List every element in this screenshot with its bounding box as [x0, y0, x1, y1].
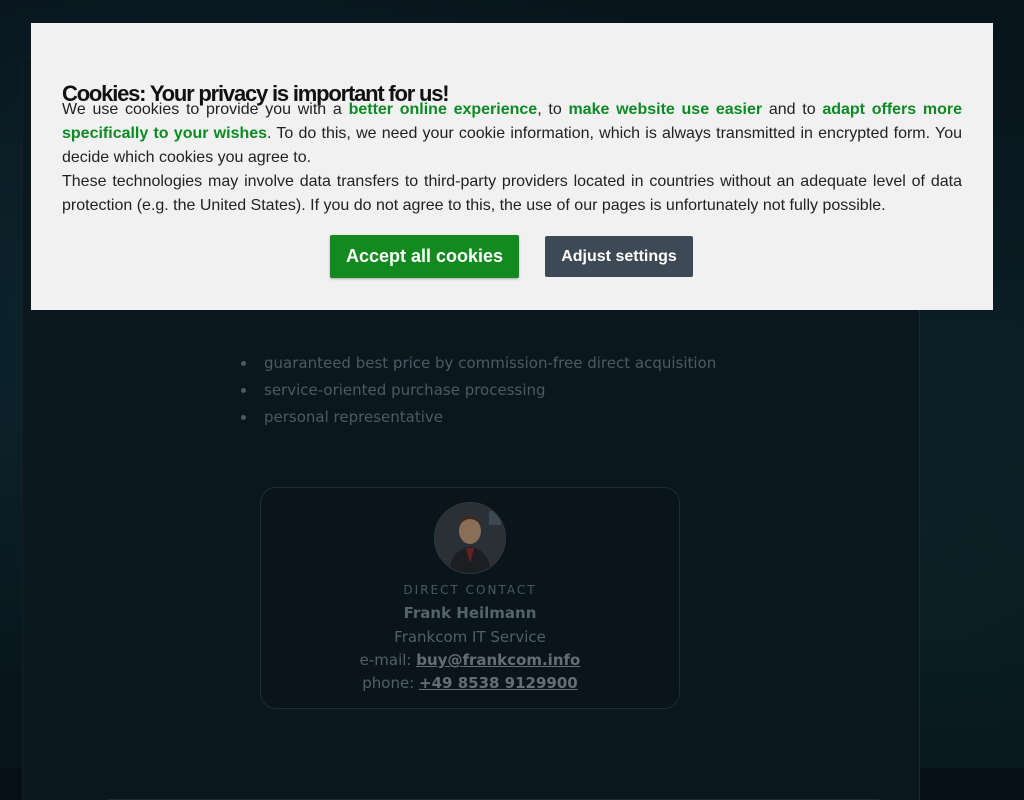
- phone-prefix: phone:: [362, 674, 420, 692]
- cookie-text-part: These technologies may involve data tran…: [62, 173, 962, 214]
- phone-link[interactable]: +49 8538 9129900: [419, 674, 578, 692]
- contact-card: DIRECT CONTACT Frank Heilmann Frankcom I…: [260, 487, 680, 709]
- accept-all-cookies-button[interactable]: Accept all cookies: [330, 235, 519, 278]
- cookie-description: We use cookies to provide you with a bet…: [62, 98, 962, 218]
- benefits-list: guaranteed best price by commission-free…: [240, 352, 716, 433]
- cookie-highlight: make website use easier: [568, 101, 763, 118]
- contact-company: Frankcom IT Service: [394, 628, 546, 646]
- avatar: [434, 502, 506, 574]
- cookie-highlight: better online experience: [348, 101, 538, 118]
- benefit-item: service-oriented purchase processing: [240, 379, 716, 406]
- cookie-text-part: and to: [762, 101, 823, 118]
- contact-label: DIRECT CONTACT: [403, 583, 537, 597]
- cookie-consent-dialog: Cookies: Your privacy is important for u…: [31, 23, 993, 310]
- contact-email-row: e-mail: buy@frankcom.info: [261, 651, 679, 669]
- email-prefix: e-mail:: [359, 651, 417, 669]
- contact-phone-row: phone: +49 8538 9129900: [261, 674, 679, 692]
- benefit-item: guaranteed best price by commission-free…: [240, 352, 716, 379]
- contact-name: Frank Heilmann: [403, 604, 537, 622]
- benefit-item: personal representative: [240, 406, 716, 433]
- email-link[interactable]: buy@frankcom.info: [416, 651, 580, 669]
- cookie-text-part: , to: [537, 101, 569, 118]
- cookie-text-part: We use cookies to provide you with a: [62, 101, 349, 118]
- adjust-settings-button[interactable]: Adjust settings: [545, 236, 693, 277]
